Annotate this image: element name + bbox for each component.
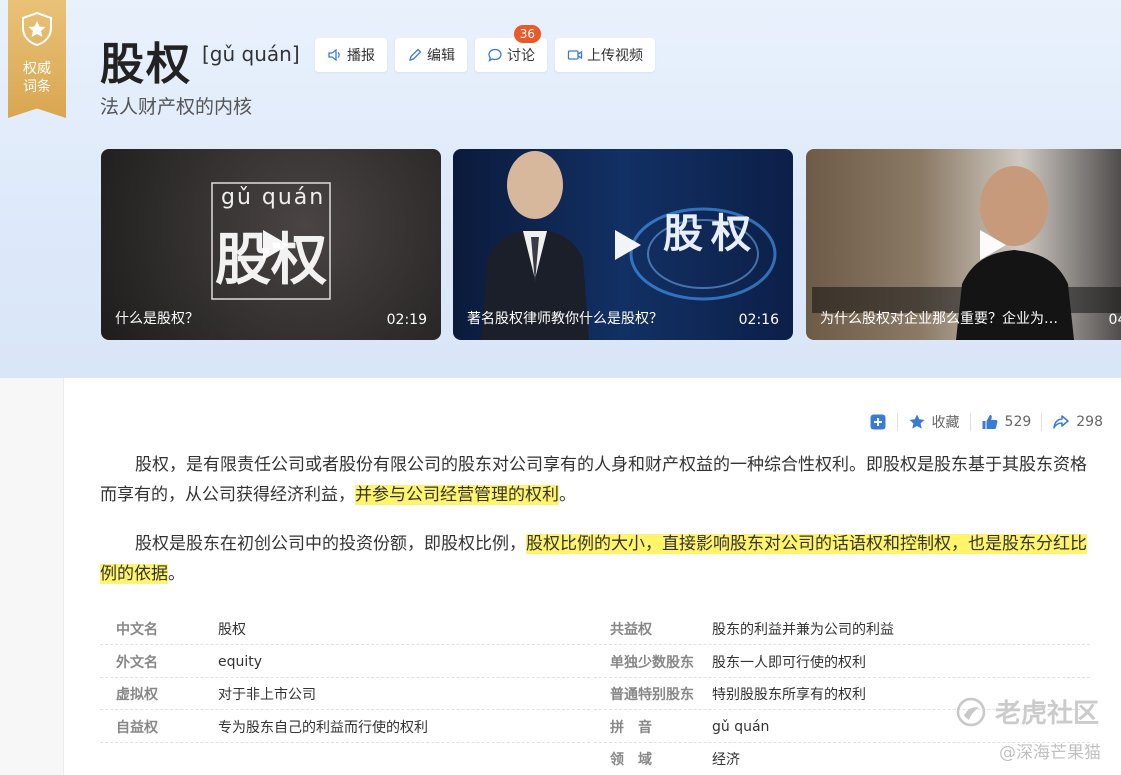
info-row: 单独少数股东 股东一人即可行使的权利 (594, 646, 1090, 678)
share-icon (1053, 415, 1070, 429)
info-row: 共益权 股东的利益并兼为公司的利益 (594, 613, 1090, 645)
discussion-button[interactable]: 讨论 36 (475, 25, 547, 72)
info-value: 经济 (712, 752, 740, 768)
paragraph-text: 股权是股东在初创公司中的投资份额，即股权比例， (135, 534, 526, 554)
video-upload-icon (567, 50, 583, 60)
thumbs-up-icon (982, 415, 998, 429)
paragraph-text: 。 (559, 485, 576, 505)
entry-actions: 收藏 529 298 (859, 412, 1113, 432)
authority-badge[interactable]: 权威 词条 (8, 0, 66, 118)
paragraph-text: 股权，是有限责任公司或者股份有限公司的股东对公司享有的人身和财产权益的一种综合性… (100, 455, 1087, 505)
video-title: 为什么股权对企业那么重要？企业为… (820, 311, 1058, 327)
discussion-label: 讨论 (507, 48, 535, 64)
badge-text: 权威 词条 (8, 60, 66, 96)
share-count: 298 (1076, 414, 1103, 430)
badge-line2: 词条 (23, 79, 51, 95)
play-icon (263, 229, 289, 260)
info-value: equity (218, 653, 263, 670)
collect-label: 收藏 (931, 415, 960, 431)
summary-paragraph-1: 股权，是有限责任公司或者股份有限公司的股东对公司享有的人身和财产权益的一种综合性… (100, 450, 1090, 510)
entry-title: 股权 (100, 39, 192, 90)
video-card-1[interactable]: gǔ quán 股权 什么是股权？ 02:19 (101, 149, 441, 340)
info-row: 虚拟权 对于非上市公司 (100, 678, 590, 710)
info-key: 领 域 (610, 752, 652, 768)
watermark-brand-text: 老虎社区 (994, 699, 1099, 729)
broadcast-button[interactable]: 播报 (315, 38, 387, 72)
video-duration: 04:1 (1108, 312, 1121, 328)
highlighted-text: 并参与公司经营管理的权利 (355, 485, 559, 505)
watermark-brand: 老虎社区 (955, 693, 1099, 730)
play-icon (980, 229, 1006, 260)
like-count: 529 (1004, 414, 1032, 430)
like-button[interactable]: 529 (971, 413, 1042, 431)
info-key: 外文名 (116, 654, 158, 671)
info-value: 对于非上市公司 (218, 686, 316, 703)
info-row: 外文名 equity (100, 646, 590, 678)
edit-button[interactable]: 编辑 (395, 38, 467, 72)
video-title: 著名股权律师教你什么是股权？ (467, 311, 663, 327)
video-title: 什么是股权？ (115, 311, 199, 327)
broadcast-label: 播报 (347, 48, 375, 64)
upload-video-label: 上传视频 (587, 48, 643, 64)
left-sidebar (0, 378, 64, 775)
star-icon (909, 414, 925, 429)
info-key: 单独少数股东 (610, 654, 694, 671)
video-overlay-pinyin: gǔ quán (221, 185, 326, 210)
play-icon (615, 229, 641, 260)
video-duration: 02:19 (386, 312, 427, 328)
info-key: 自益权 (116, 719, 158, 736)
info-value: 股东一人即可行使的权利 (712, 654, 866, 671)
info-value: 股东的利益并兼为公司的利益 (712, 621, 894, 638)
info-key: 共益权 (610, 621, 652, 638)
info-row: 中文名 股权 (100, 613, 590, 645)
video-card-2[interactable]: 股权 著名股权律师教你什么是股权？ 02:16 (453, 149, 793, 340)
video-card-3[interactable]: 为什么股权对企业那么重要？企业为… 04:1 (806, 149, 1121, 340)
discussion-count-badge: 36 (513, 25, 541, 43)
upload-video-button[interactable]: 上传视频 (555, 38, 655, 72)
info-key: 拼 音 (610, 719, 652, 736)
chat-icon (488, 48, 502, 62)
add-button[interactable] (859, 413, 897, 431)
tiger-logo-icon (956, 697, 986, 726)
paragraph-text: 。 (168, 564, 185, 584)
info-value: 专为股东自己的利益而行使的权利 (218, 719, 428, 736)
summary-paragraph-2: 股权是股东在初创公司中的投资份额，即股权比例，股权比例的大小，直接影响股东对公司… (100, 529, 1090, 589)
entry-subtitle: 法人财产权的内核 (100, 96, 253, 118)
edit-label: 编辑 (427, 48, 455, 64)
info-value: 特别股股东所享有的权利 (712, 686, 866, 703)
collect-button[interactable]: 收藏 (898, 412, 970, 432)
entry-pinyin: [gǔ quán] (202, 42, 300, 66)
shield-star-icon (22, 12, 52, 46)
info-value: gǔ quán (712, 718, 770, 735)
speaker-icon (328, 48, 340, 62)
pencil-icon (409, 48, 422, 61)
info-key: 中文名 (116, 621, 158, 638)
hero-banner: 权威 词条 股权 [gǔ quán] 播报 编辑 讨论 36 上传视频 法人财产… (0, 0, 1121, 378)
info-value: 股权 (218, 621, 246, 638)
share-button[interactable]: 298 (1042, 413, 1113, 431)
info-row: 自益权 专为股东自己的利益而行使的权利 (100, 711, 590, 743)
video-overlay-title: 股权 (663, 211, 759, 257)
watermark-handle: @深海芒果猫 (999, 743, 1101, 763)
info-key: 普通特别股东 (610, 686, 694, 703)
add-square-icon (870, 414, 886, 430)
info-key: 虚拟权 (116, 686, 158, 703)
badge-line1: 权威 (23, 61, 51, 77)
video-duration: 02:16 (738, 312, 779, 328)
entry-toolbar: 播报 编辑 讨论 36 上传视频 (315, 25, 655, 72)
